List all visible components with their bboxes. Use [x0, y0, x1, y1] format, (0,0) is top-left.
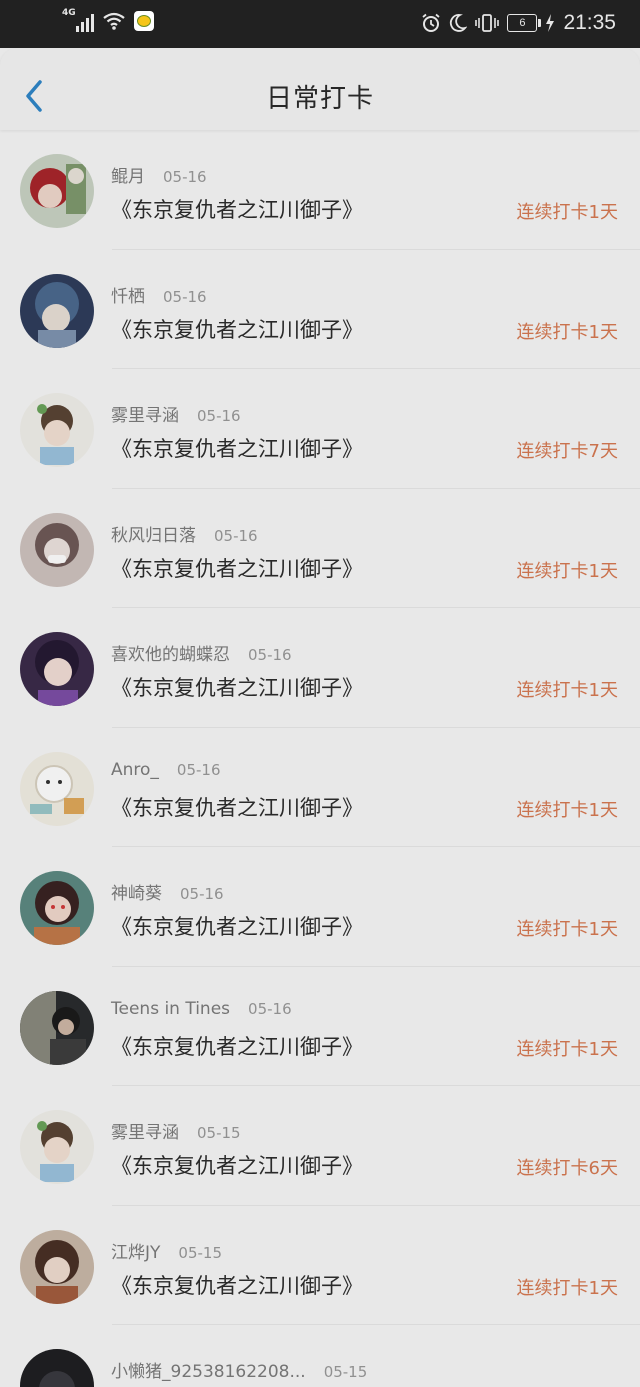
checkin-date: 05-16 [197, 407, 241, 425]
checkin-row[interactable]: Anro_ 05-16 《东京复仇者之江川御子》 连续打卡1天 [0, 728, 640, 847]
avatar[interactable] [20, 1349, 94, 1387]
book-title: 《东京复仇者之江川御子》 [111, 795, 363, 820]
checkin-date: 05-16 [248, 646, 292, 664]
streak-label: 连续打卡1天 [516, 680, 618, 701]
checkin-page: 4G 6 21:35 日常打卡 鲲月 05-16 《东京复仇者之江川御子》 连续… [0, 0, 640, 1387]
checkin-date: 05-16 [214, 526, 258, 545]
streak-label: 连续打卡1天 [516, 202, 618, 223]
user-meta: 神崎葵 05-16 [111, 879, 224, 904]
streak-label: 连续打卡1天 [516, 1038, 618, 1060]
book-title: 《东京复仇者之江川御子》 [111, 1034, 363, 1059]
avatar[interactable] [20, 393, 94, 467]
checkin-row[interactable]: 雾里寻涵 05-15 《东京复仇者之江川御子》 连续打卡6天 [0, 1086, 640, 1206]
battery-icon: 6 [507, 14, 542, 32]
streak-label: 连续打卡1天 [516, 321, 618, 343]
user-name[interactable]: 喜欢他的蝴蝶忍 [111, 640, 230, 665]
streak-label: 连续打卡7天 [516, 441, 618, 462]
user-name[interactable]: 秋风归日落 [111, 521, 196, 546]
user-meta: 江烨JY 05-15 [111, 1238, 222, 1263]
checkin-date: 05-16 [163, 287, 207, 306]
user-meta: 雾里寻涵 05-16 [111, 401, 241, 426]
book-title: 《东京复仇者之江川御子》 [111, 915, 363, 939]
network-type-label: 4G [62, 8, 76, 18]
checkin-row[interactable]: 小懒猪_92538162208... 05-15 [0, 1325, 640, 1387]
wifi-icon [102, 11, 126, 31]
streak-label: 连续打卡1天 [516, 560, 618, 582]
streak-label: 连续打卡1天 [516, 799, 618, 821]
user-meta: 雾里寻涵 05-15 [111, 1118, 241, 1143]
user-meta: Teens in Tines 05-16 [111, 999, 292, 1019]
user-name[interactable]: 鲲月 [111, 162, 145, 187]
checkin-row[interactable]: 忏栖 05-16 《东京复仇者之江川御子》 连续打卡1天 [0, 250, 640, 369]
user-name[interactable]: 忏栖 [111, 282, 145, 307]
checkin-date: 05-15 [323, 1363, 368, 1381]
checkin-date: 05-16 [163, 168, 207, 186]
checkin-list: 鲲月 05-16 《东京复仇者之江川御子》 连续打卡1天 忏栖 05-16 《东… [0, 130, 640, 1387]
user-name[interactable]: Anro_ [111, 760, 159, 780]
streak-label: 连续打卡1天 [516, 1277, 618, 1299]
checkin-row[interactable]: 江烨JY 05-15 《东京复仇者之江川御子》 连续打卡1天 [0, 1206, 640, 1325]
battery-level: 6 [519, 17, 526, 29]
user-name[interactable]: 雾里寻涵 [111, 1118, 179, 1143]
book-title: 《东京复仇者之江川御子》 [111, 556, 363, 581]
user-name[interactable]: 江烨JY [111, 1238, 160, 1263]
user-meta: Anro_ 05-16 [111, 760, 221, 780]
user-name[interactable]: 雾里寻涵 [111, 401, 179, 426]
avatar[interactable] [20, 273, 94, 348]
avatar[interactable] [20, 1110, 94, 1184]
user-name[interactable]: Teens in Tines [111, 999, 230, 1019]
book-title: 《东京复仇者之江川御子》 [111, 437, 363, 461]
checkin-date: 05-15 [197, 1124, 241, 1142]
avatar[interactable] [20, 512, 94, 587]
avatar[interactable] [20, 1229, 94, 1304]
do-not-disturb-icon [450, 14, 468, 32]
alarm-icon [422, 13, 441, 32]
signal-icon: 4G [62, 8, 94, 32]
clock: 21:35 [563, 11, 616, 34]
user-meta: 鲲月 05-16 [111, 162, 207, 187]
streak-label: 连续打卡6天 [516, 1158, 618, 1179]
user-meta: 忏栖 05-16 [111, 282, 207, 307]
avatar[interactable] [20, 154, 94, 228]
checkin-date: 05-16 [248, 999, 292, 1018]
avatar[interactable] [20, 751, 94, 826]
checkin-row[interactable]: 喜欢他的蝴蝶忍 05-16 《东京复仇者之江川御子》 连续打卡1天 [0, 608, 640, 728]
checkin-date: 05-16 [176, 760, 221, 779]
user-meta: 喜欢他的蝴蝶忍 05-16 [111, 640, 292, 665]
header-bar: 日常打卡 [0, 48, 640, 130]
book-title: 《东京复仇者之江川御子》 [111, 198, 363, 222]
avatar[interactable] [20, 632, 94, 706]
checkin-date: 05-15 [178, 1243, 222, 1262]
charging-icon [546, 14, 555, 32]
status-left: 4G [62, 8, 154, 32]
status-bar: 4G 6 21:35 [0, 0, 640, 48]
avatar[interactable] [20, 990, 94, 1065]
book-title: 《东京复仇者之江川御子》 [111, 317, 363, 342]
app-notification-icon [134, 11, 154, 31]
user-meta: 秋风归日落 05-16 [111, 521, 258, 546]
page-title: 日常打卡 [265, 84, 374, 114]
streak-label: 连续打卡1天 [516, 919, 618, 940]
checkin-row[interactable]: 雾里寻涵 05-16 《东京复仇者之江川御子》 连续打卡7天 [0, 369, 640, 489]
vibrate-icon [475, 14, 500, 32]
checkin-date: 05-16 [180, 885, 224, 903]
user-name[interactable]: 小懒猪_92538162208... [111, 1357, 306, 1382]
book-title: 《东京复仇者之江川御子》 [111, 676, 363, 700]
book-title: 《东京复仇者之江川御子》 [111, 1154, 363, 1178]
checkin-row[interactable]: 神崎葵 05-16 《东京复仇者之江川御子》 连续打卡1天 [0, 847, 640, 967]
checkin-row[interactable]: Teens in Tines 05-16 《东京复仇者之江川御子》 连续打卡1天 [0, 967, 640, 1086]
status-right: 6 21:35 [421, 11, 616, 35]
avatar[interactable] [20, 871, 94, 945]
book-title: 《东京复仇者之江川御子》 [111, 1273, 363, 1298]
checkin-row[interactable]: 鲲月 05-16 《东京复仇者之江川御子》 连续打卡1天 [0, 130, 640, 250]
user-meta: 小懒猪_92538162208... 05-15 [111, 1357, 367, 1382]
checkin-row[interactable]: 秋风归日落 05-16 《东京复仇者之江川御子》 连续打卡1天 [0, 489, 640, 608]
user-name[interactable]: 神崎葵 [111, 879, 162, 904]
